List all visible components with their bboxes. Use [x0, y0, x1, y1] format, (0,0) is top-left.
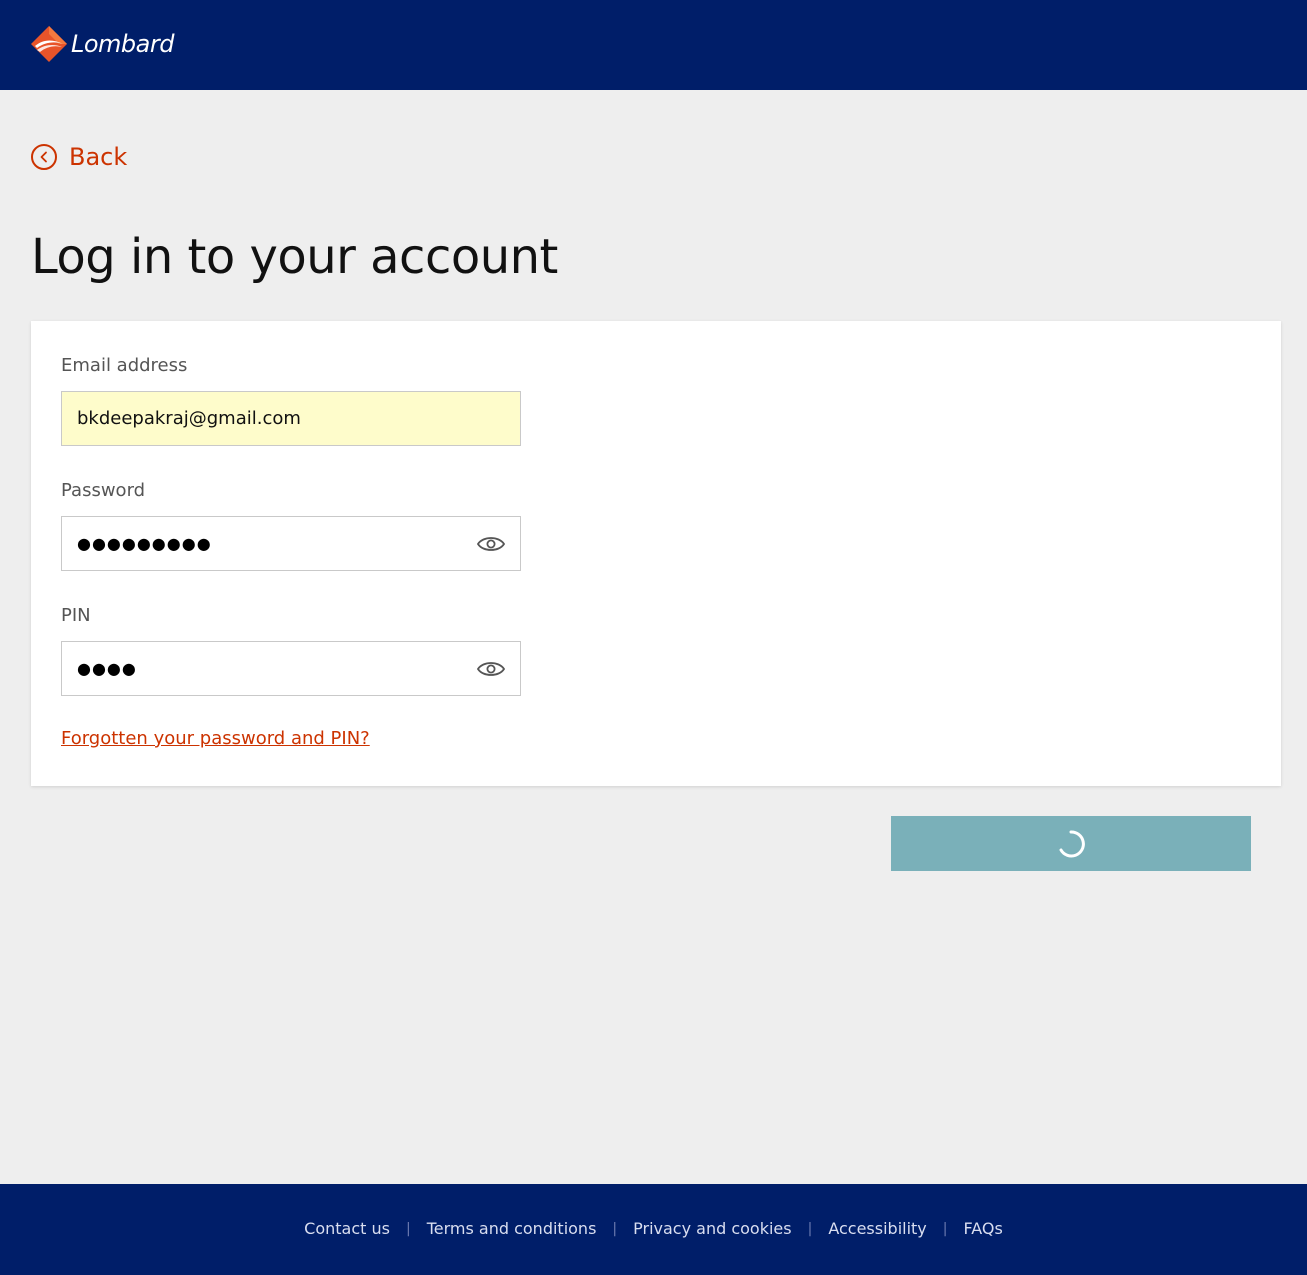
lombard-logo[interactable]: Lombard [31, 25, 174, 63]
spinner-icon [1059, 829, 1085, 857]
pin-masked-value[interactable]: ●●●● [77, 642, 137, 695]
login-submit-button[interactable] [891, 816, 1251, 871]
lombard-diamond-logo-icon [31, 26, 67, 62]
email-field[interactable] [61, 391, 521, 446]
footer-link-accessibility[interactable]: Accessibility [828, 1217, 926, 1241]
password-masked-value[interactable]: ●●●●●●●●● [77, 517, 212, 570]
footer-link-privacy[interactable]: Privacy and cookies [633, 1217, 791, 1241]
footer-separator: | [807, 1221, 813, 1237]
footer-link-terms[interactable]: Terms and conditions [427, 1217, 597, 1241]
back-label: Back [69, 143, 128, 171]
footer-separator: | [405, 1221, 411, 1237]
pin-label: PIN [61, 605, 91, 626]
site-footer: Contact us | Terms and conditions | Priv… [0, 1184, 1307, 1275]
footer-separator: | [942, 1221, 948, 1237]
pin-field[interactable]: ●●●● [61, 641, 521, 696]
login-form-card: Email address Password ●●●●●●●●● PIN ●●●… [31, 321, 1281, 786]
password-label: Password [61, 480, 146, 501]
back-link[interactable]: Back [31, 142, 127, 172]
chevron-left-circle-icon [31, 144, 57, 170]
footer-nav: Contact us | Terms and conditions | Priv… [0, 1217, 1307, 1241]
site-header: Lombard [0, 0, 1307, 90]
password-field[interactable]: ●●●●●●●●● [61, 516, 521, 571]
footer-link-faqs[interactable]: FAQs [963, 1217, 1002, 1241]
footer-link-contact[interactable]: Contact us [304, 1217, 390, 1241]
page-title: Log in to your account [31, 229, 558, 285]
eye-icon[interactable] [476, 532, 506, 556]
email-input[interactable] [62, 392, 520, 445]
footer-separator: | [612, 1221, 618, 1237]
forgot-password-link[interactable]: Forgotten your password and PIN? [61, 727, 370, 751]
eye-icon[interactable] [476, 657, 506, 681]
email-label: Email address [61, 355, 188, 376]
brand-name: Lombard [71, 30, 174, 58]
